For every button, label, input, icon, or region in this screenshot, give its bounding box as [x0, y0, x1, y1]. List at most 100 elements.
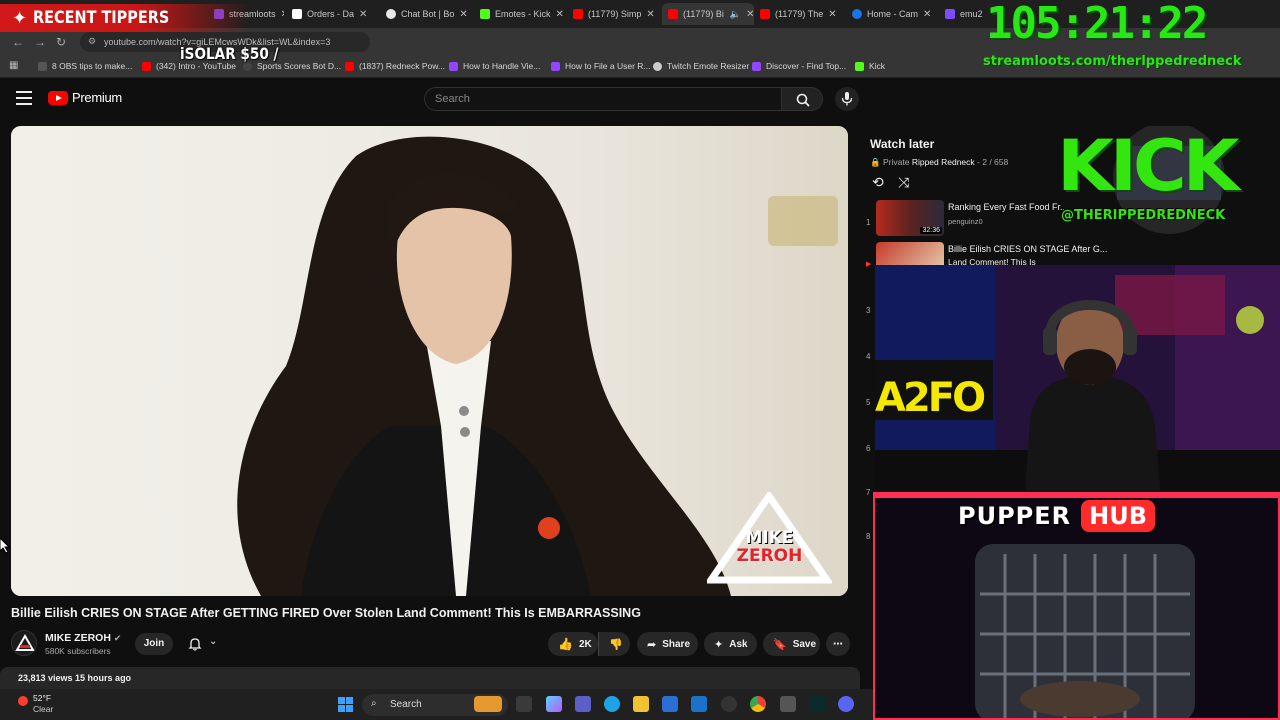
playlist-item-number: 4 [866, 352, 871, 361]
ask-button[interactable]: ✦ Ask [704, 632, 757, 656]
playlist-item-thumbnail[interactable]: 32:36 [876, 200, 944, 236]
tab-favicon-icon [292, 9, 302, 19]
like-button[interactable]: 👍 2K [548, 632, 598, 656]
dislike-button[interactable]: 👎 [598, 632, 630, 656]
task-view-icon[interactable] [516, 696, 532, 712]
tab-youtube-the[interactable]: (11779) The ✕ [760, 3, 844, 25]
channel-name[interactable]: MIKE ZEROH ✔ [45, 632, 121, 644]
join-button[interactable]: Join [135, 633, 173, 655]
tab-emu2[interactable]: emu2 [945, 3, 985, 25]
playlist-meta: 🔒 Private Ripped Redneck - 2 / 658 [870, 157, 1009, 167]
bookmark-item[interactable]: How to Handle Vie... [449, 61, 540, 71]
video-description-box[interactable]: 23,813 views 15 hours ago [0, 667, 860, 689]
bookmark-item[interactable]: (1837) Redneck Pow... [345, 61, 445, 71]
site-info-icon[interactable]: ⚙ [88, 36, 96, 47]
close-icon[interactable]: ✕ [556, 9, 564, 20]
back-icon[interactable]: ← [12, 35, 24, 49]
tab-label: Home - Cam [867, 9, 919, 19]
terminal-icon[interactable] [809, 696, 825, 712]
video-player[interactable]: MIKE ZEROH [11, 126, 848, 596]
bookmark-item[interactable]: 8 OBS tips to make... [38, 61, 132, 71]
tab-favicon-icon [945, 9, 955, 19]
shuffle-icon[interactable]: ⤨ [898, 174, 909, 191]
loop-icon[interactable]: ⟲ [872, 174, 884, 191]
playlist-item-channel: penguinz0 [948, 217, 983, 226]
playlist-item-title[interactable]: Billie Eilish CRIES ON STAGE After G... [948, 244, 1107, 254]
star-icon: ✦ [12, 7, 28, 28]
playlist-item-title[interactable]: Ranking Every Fast Food Fr... [948, 202, 1068, 212]
like-count: 2K [578, 638, 592, 650]
weather-temp[interactable]: 52°F [33, 693, 51, 703]
playlist-item-number: 7 [866, 488, 871, 497]
store-icon[interactable] [662, 696, 678, 712]
teams-icon[interactable] [575, 696, 591, 712]
close-icon[interactable]: ✕ [359, 9, 367, 20]
forward-icon[interactable]: → [34, 35, 46, 49]
subathon-timer: 105:21:22 [986, 0, 1208, 49]
tab-chat-bot[interactable]: Chat Bot | Bo ✕ [386, 3, 470, 25]
screen: streamloots✕ Orders - Da✕ Chat Bot | Bo✕… [0, 0, 1280, 720]
share-button[interactable]: ➦ Share [637, 632, 698, 656]
bookmark-favicon-icon [449, 61, 458, 71]
bookmark-item[interactable]: How to File a User R... [551, 61, 651, 71]
tab-favicon-icon [760, 9, 770, 19]
tab-youtube-active[interactable]: (11779) Bi 🔈 ✕ [662, 3, 754, 25]
bookmark-label: 8 OBS tips to make... [52, 61, 133, 71]
hamburger-menu-icon[interactable] [16, 91, 32, 105]
playlist-item-number: 1 [866, 218, 871, 227]
recent-tippers-banner: ✦ RECENT TIPPERS [0, 4, 250, 32]
bookmark-item[interactable]: Twitch Emote Resizer [653, 61, 749, 71]
file-explorer-icon[interactable] [633, 696, 649, 712]
playlist-owner[interactable]: Ripped Redneck [912, 157, 975, 167]
outlook-icon[interactable] [691, 696, 707, 712]
streamer-webcam: A2FO [875, 265, 1280, 490]
close-icon[interactable]: ✕ [646, 9, 654, 20]
kick-overlay: KICK @THERIPPEDREDNECK [1057, 126, 1280, 234]
channel-avatar[interactable] [11, 630, 37, 656]
search-icon [796, 93, 810, 107]
kick-logo-text: KICK [1057, 125, 1240, 207]
search-placeholder: Search [435, 93, 470, 105]
copilot-icon[interactable] [546, 696, 562, 712]
edge-icon[interactable] [604, 696, 620, 712]
tab-orders[interactable]: Orders - Da ✕ [292, 3, 376, 25]
bookmark-item[interactable]: Discover - Find Top... [752, 61, 846, 71]
tab-home-cam[interactable]: Home - Cam ✕ [852, 3, 936, 25]
tab-youtube-simp[interactable]: (11779) Simp ✕ [573, 3, 657, 25]
ask-label: Ask [729, 638, 748, 650]
save-button[interactable]: 🔖 Save [763, 632, 820, 656]
search-icon: ⌕ [371, 698, 377, 709]
app-icon[interactable] [780, 696, 796, 712]
close-icon[interactable]: ✕ [828, 9, 836, 20]
more-actions-button[interactable]: ⋯ [826, 632, 850, 656]
verified-icon: ✔ [113, 633, 122, 643]
close-icon[interactable]: ✕ [746, 9, 754, 20]
close-icon[interactable]: ✕ [923, 9, 931, 20]
bookmark-item[interactable]: Kick [855, 61, 885, 71]
search-button[interactable] [781, 87, 823, 111]
search-input[interactable]: Search [424, 87, 781, 111]
taskbar-search[interactable]: ⌕ Search [362, 694, 508, 716]
playlist-item-number: 5 [866, 398, 871, 407]
close-icon[interactable]: ✕ [281, 9, 284, 20]
tab-label: (11779) Simp [588, 9, 642, 19]
close-icon[interactable]: ✕ [459, 9, 467, 20]
channel-logo-icon [15, 633, 35, 651]
obs-icon[interactable] [721, 696, 737, 712]
tab-favicon-icon [668, 9, 678, 19]
voice-search-button[interactable] [835, 87, 859, 111]
playlist-item-number: 6 [866, 444, 871, 453]
youtube-logo[interactable]: Premium [48, 90, 122, 105]
reload-icon[interactable]: ↻ [56, 35, 66, 49]
chrome-icon[interactable] [750, 696, 766, 712]
discord-icon[interactable] [838, 696, 854, 712]
pupper-hub-label: PUPPER HUB [958, 500, 1156, 532]
windows-start-icon[interactable] [338, 697, 353, 712]
audio-icon[interactable]: 🔈 [730, 9, 741, 20]
tab-label: (11779) Bi [683, 9, 724, 19]
notification-bell-button[interactable]: ⌄ [183, 633, 227, 655]
apps-icon[interactable]: ▦ [9, 60, 18, 71]
youtube-play-icon [48, 90, 68, 105]
bookmark-favicon-icon [653, 61, 662, 71]
tab-emotes-kick[interactable]: Emotes - Kick ✕ [480, 3, 564, 25]
